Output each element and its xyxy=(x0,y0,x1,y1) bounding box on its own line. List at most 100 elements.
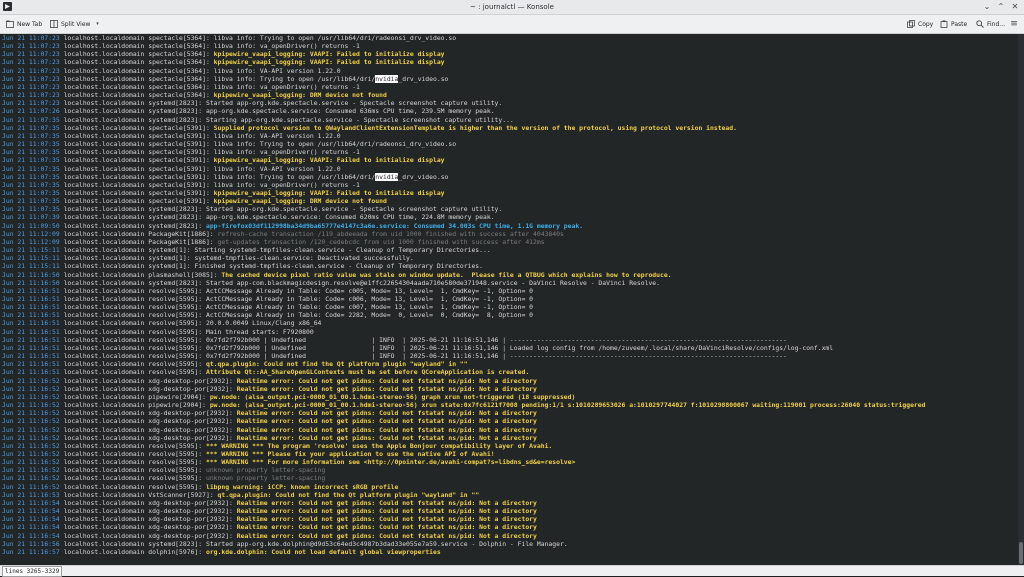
log-line: Jun 21 11:07:23 localhost.localdomain sp… xyxy=(0,83,1024,91)
find-button[interactable]: Find... xyxy=(976,15,1005,33)
maximize-button[interactable]: ⌃ xyxy=(994,0,1008,14)
log-line: Jun 21 11:16:56 localhost.localdomain sy… xyxy=(0,540,1024,548)
log-message-tail: _drv_video.so xyxy=(398,75,448,83)
new-tab-button[interactable]: New Tab xyxy=(6,15,42,33)
log-timestamp: Jun 21 11:07:39 xyxy=(2,213,60,221)
copy-button[interactable]: Copy xyxy=(907,15,933,33)
log-message: kpipewire_vaapi_logging: VAAPI: Failed t… xyxy=(214,189,445,197)
chevron-down-icon: ▾ xyxy=(93,20,101,28)
log-line: Jun 21 11:16:51 localhost.localdomain re… xyxy=(0,287,1024,295)
log-source: xdg-desktop-por[2932]: xyxy=(148,515,233,523)
split-view-button[interactable]: Split View ▾ xyxy=(50,15,101,33)
log-message: Supplied protocol version to QWaylandCli… xyxy=(214,124,737,132)
log-timestamp: Jun 21 11:09:50 xyxy=(2,222,60,230)
paste-label: Paste xyxy=(951,21,967,28)
log-hostname: localhost.localdomain xyxy=(64,230,145,238)
log-hostname: localhost.localdomain xyxy=(64,515,145,523)
pager-line-indicator: lines 3265-3329 xyxy=(2,566,62,577)
log-timestamp: Jun 21 11:16:51 xyxy=(2,352,60,360)
log-source: PackageKit[1886]: xyxy=(148,230,213,238)
paste-button[interactable]: Paste xyxy=(940,15,967,33)
terminal-output[interactable]: Jun 21 11:07:23 localhost.localdomain sp… xyxy=(0,34,1024,566)
log-line: Jun 21 11:07:35 localhost.localdomain sp… xyxy=(0,124,1024,132)
log-timestamp: Jun 21 11:16:50 xyxy=(2,271,60,279)
log-line: Jun 21 11:16:53 localhost.localdomain Vs… xyxy=(0,491,1024,499)
log-source: spectacle[5364]: xyxy=(148,34,210,42)
log-line: Jun 21 11:07:35 localhost.localdomain sp… xyxy=(0,156,1024,164)
log-timestamp: Jun 21 11:07:35 xyxy=(2,116,60,124)
log-message: pw.node: (alsa_output.pci-0000_01_00.1.h… xyxy=(210,393,576,401)
log-source: systemd[2823]: xyxy=(148,213,202,221)
hamburger-menu-button[interactable]: ≡ xyxy=(1010,15,1018,33)
log-timestamp: Jun 21 11:15:11 xyxy=(2,262,60,270)
log-source: systemd[2823]: xyxy=(148,99,202,107)
terminal-scrollbar[interactable] xyxy=(1018,34,1024,566)
log-line: Jun 21 11:16:57 localhost.localdomain do… xyxy=(0,548,1024,556)
log-message: Main thread starts: F7920800 xyxy=(206,328,314,336)
log-source: spectacle[5364]: xyxy=(148,83,210,91)
log-source: spectacle[5391]: xyxy=(148,148,210,156)
log-line: Jun 21 11:07:23 localhost.localdomain sp… xyxy=(0,42,1024,50)
log-hostname: localhost.localdomain xyxy=(64,279,145,287)
log-message: Realtime error: Could not get pidns: Cou… xyxy=(237,409,537,417)
log-hostname: localhost.localdomain xyxy=(64,173,145,181)
log-message: 0x7fd2f792b000 | Undefined | INFO | 2025… xyxy=(206,344,833,352)
log-hostname: localhost.localdomain xyxy=(64,132,145,140)
log-timestamp: Jun 21 11:16:54 xyxy=(2,532,60,540)
log-message: unknown property letter-spacing xyxy=(206,466,325,474)
log-line: Jun 21 11:16:51 localhost.localdomain re… xyxy=(0,360,1024,368)
log-source: systemd[2823]: xyxy=(148,279,202,287)
log-hostname: localhost.localdomain xyxy=(64,523,145,531)
log-source: xdg-desktop-por[2932]: xyxy=(148,523,233,531)
log-timestamp: Jun 21 11:07:35 xyxy=(2,181,60,189)
log-message: *** WARNING *** The program 'resolve' us… xyxy=(206,442,552,450)
log-source: xdg-desktop-por[2932]: xyxy=(148,426,233,434)
log-timestamp: Jun 21 11:16:52 xyxy=(2,377,60,385)
scrollbar-thumb[interactable] xyxy=(1019,542,1023,564)
log-timestamp: Jun 21 11:07:35 xyxy=(2,148,60,156)
log-message: libva info: VA-API version 1.22.0 xyxy=(214,67,341,75)
log-line: Jun 21 11:07:35 localhost.localdomain sp… xyxy=(0,132,1024,140)
log-message: Realtime error: Could not get pidns: Cou… xyxy=(237,515,537,523)
log-message: Realtime error: Could not get pidns: Cou… xyxy=(237,507,537,515)
log-hostname: localhost.localdomain xyxy=(64,287,145,295)
log-timestamp: Jun 21 11:07:35 xyxy=(2,173,60,181)
log-line: Jun 21 11:16:52 localhost.localdomain re… xyxy=(0,466,1024,474)
log-hostname: localhost.localdomain xyxy=(64,426,145,434)
log-line: Jun 21 11:07:23 localhost.localdomain sp… xyxy=(0,91,1024,99)
log-message: libva info: VA-API version 1.22.0 xyxy=(214,132,341,140)
log-line: Jun 21 11:16:52 localhost.localdomain pi… xyxy=(0,401,1024,409)
log-source: resolve[5595]: xyxy=(148,442,202,450)
log-message: Starting systemd-tmpfiles-clean.service … xyxy=(194,246,490,254)
log-line: Jun 21 11:07:35 localhost.localdomain sp… xyxy=(0,173,1024,181)
log-line: Jun 21 11:16:52 localhost.localdomain re… xyxy=(0,442,1024,450)
minimize-button[interactable]: ⌄ xyxy=(980,0,994,14)
toolbar: New Tab Split View ▾ Copy Paste Find... … xyxy=(0,15,1024,34)
search-icon xyxy=(976,20,984,28)
log-message: libva info: VA-API version 1.22.0 xyxy=(214,165,341,173)
log-timestamp: Jun 21 11:07:35 xyxy=(2,189,60,197)
log-message: libva info: va_openDriver() returns -1 xyxy=(214,181,360,189)
log-timestamp: Jun 21 11:16:52 xyxy=(2,434,60,442)
log-line: Jun 21 11:16:51 localhost.localdomain re… xyxy=(0,311,1024,319)
log-timestamp: Jun 21 11:16:51 xyxy=(2,328,60,336)
window-titlebar[interactable]: ~ : journalctl — Konsole ⌄ ⌃ ✕ xyxy=(0,0,1024,15)
log-hostname: localhost.localdomain xyxy=(64,91,145,99)
log-hostname: localhost.localdomain xyxy=(64,409,145,417)
log-timestamp: Jun 21 11:07:23 xyxy=(2,42,60,50)
log-source: pipewire[2904]: xyxy=(148,393,206,401)
log-source: xdg-desktop-por[2932]: xyxy=(148,417,233,425)
log-timestamp: Jun 21 11:07:35 xyxy=(2,124,60,132)
log-timestamp: Jun 21 11:16:52 xyxy=(2,466,60,474)
log-timestamp: Jun 21 11:16:52 xyxy=(2,401,60,409)
log-message: libva info: va_openDriver() returns -1 xyxy=(214,148,360,156)
log-line: Jun 21 11:16:50 localhost.localdomain pl… xyxy=(0,271,1024,279)
log-line: Jun 21 11:12:09 localhost.localdomain Pa… xyxy=(0,230,1024,238)
log-timestamp: Jun 21 11:16:52 xyxy=(2,474,60,482)
log-source: spectacle[5391]: xyxy=(148,124,210,132)
close-button[interactable]: ✕ xyxy=(1008,0,1022,14)
log-line: Jun 21 11:16:51 localhost.localdomain re… xyxy=(0,336,1024,344)
log-source: spectacle[5364]: xyxy=(148,91,210,99)
log-line: Jun 21 11:07:35 localhost.localdomain sp… xyxy=(0,148,1024,156)
log-source: resolve[5595]: xyxy=(148,466,202,474)
